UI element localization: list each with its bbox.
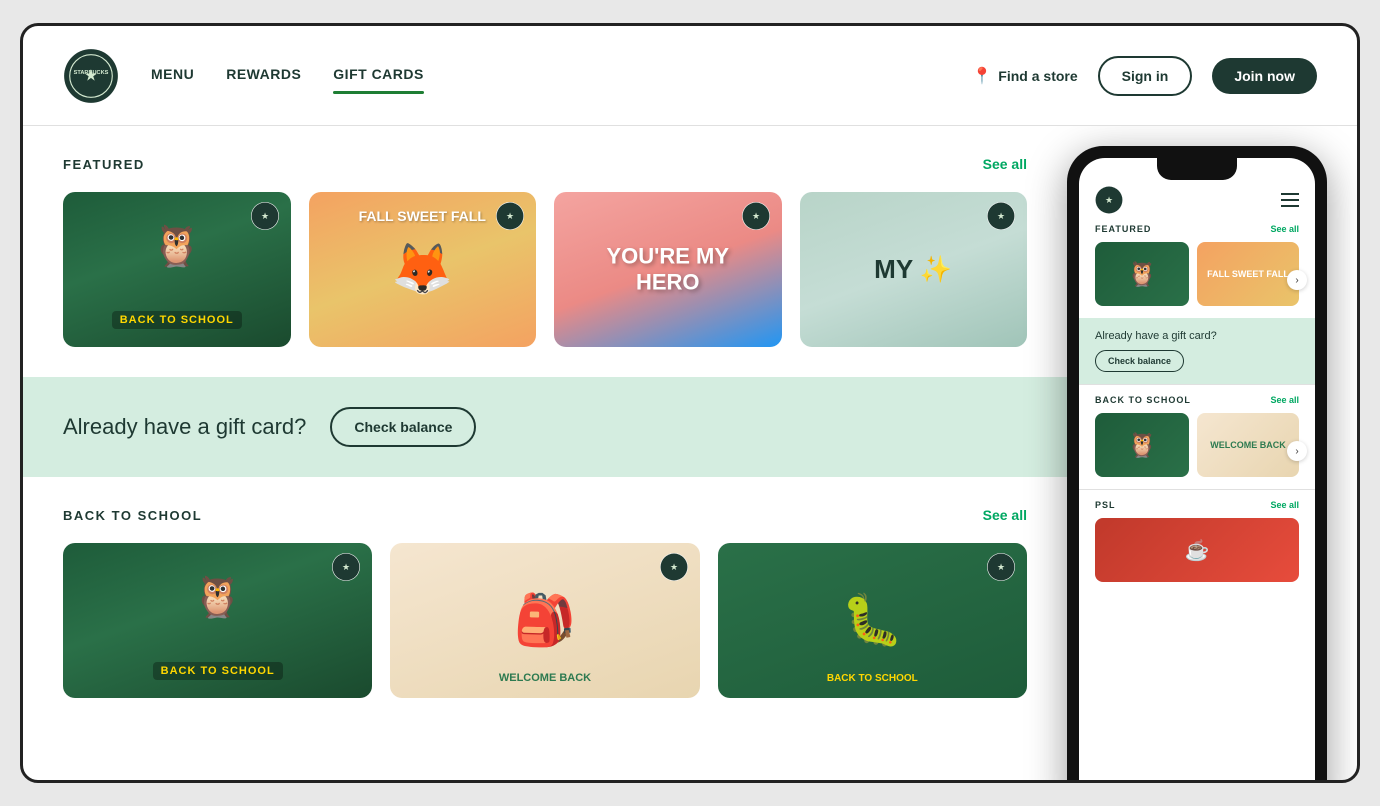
phone-psl-title: PSL: [1095, 500, 1116, 510]
phone-notch: [1157, 158, 1237, 180]
phone-featured-cards: 🦉 FALL SWEET FALL ›: [1079, 242, 1315, 318]
phone-starbucks-logo: ★: [1095, 186, 1123, 214]
phone-bts-card-1[interactable]: 🦉: [1095, 413, 1189, 477]
header: ★ STARBUCKS Menu Rewards Gift Cards 📍 Fi…: [23, 26, 1357, 126]
phone-bts-arrow[interactable]: ›: [1287, 441, 1307, 461]
svg-text:★: ★: [260, 211, 268, 221]
phone-mockup: ★ FEATURED See all 🦉 FALL: [1067, 146, 1327, 760]
svg-text:★: ★: [997, 211, 1005, 221]
featured-section: FEATURED See all ★: [23, 126, 1067, 377]
main-nav: Menu Rewards Gift Cards: [151, 66, 972, 86]
join-now-button[interactable]: Join now: [1212, 58, 1317, 94]
phone-card-1[interactable]: 🦉: [1095, 242, 1189, 306]
sign-in-button[interactable]: Sign in: [1098, 56, 1193, 96]
gift-card-youre-my-hero[interactable]: ★: [554, 192, 782, 347]
nav-item-giftcards[interactable]: Gift Cards: [333, 66, 424, 86]
phone-balance-banner: Already have a gift card? Check balance: [1079, 318, 1315, 384]
bts-section-title: BACK TO SCHOOL: [63, 508, 202, 523]
phone-menu-icon[interactable]: [1281, 193, 1299, 207]
gift-card-fall-sweet-fall[interactable]: ★: [309, 192, 537, 347]
phone-psl-header: PSL See all: [1079, 490, 1315, 518]
gift-card-back-school-owl[interactable]: ★: [63, 192, 291, 347]
svg-text:★: ★: [506, 211, 514, 221]
location-icon: 📍: [972, 66, 992, 86]
phone-check-balance-button[interactable]: Check balance: [1095, 350, 1184, 372]
phone-bts-cards: 🦉 WELCOME BACK ›: [1079, 413, 1315, 489]
phone-psl-see-all[interactable]: See all: [1270, 500, 1299, 510]
featured-cards-grid: ★ ★: [63, 192, 1027, 347]
phone-bts-title: BACK TO SCHOOL: [1095, 395, 1191, 405]
card-starbucks-logo-2: ★: [496, 202, 524, 230]
featured-see-all[interactable]: See all: [983, 156, 1027, 172]
phone-card-2[interactable]: FALL SWEET FALL: [1197, 242, 1299, 306]
balance-banner: Already have a gift card? Check balance: [23, 377, 1067, 477]
phone-bts-card-2[interactable]: WELCOME BACK: [1197, 413, 1299, 477]
check-balance-button[interactable]: Check balance: [330, 407, 476, 447]
header-actions: 📍 Find a store Sign in Join now: [972, 56, 1317, 96]
phone-bts-see-all[interactable]: See all: [1270, 395, 1299, 405]
svg-text:★: ★: [1105, 195, 1113, 205]
svg-text:STARBUCKS: STARBUCKS: [74, 69, 109, 75]
phone-screen: ★ FEATURED See all 🦉 FALL: [1079, 158, 1315, 780]
nav-item-rewards[interactable]: Rewards: [226, 66, 301, 86]
phone-psl-card-1[interactable]: ☕: [1095, 518, 1299, 582]
card-starbucks-logo-3: ★: [742, 202, 770, 230]
bts-section-header: BACK TO SCHOOL See all: [63, 507, 1027, 523]
gift-card-my[interactable]: ★: [800, 192, 1028, 347]
back-to-school-section: BACK TO SCHOOL See all ★: [23, 477, 1067, 728]
app-frame: ★ STARBUCKS Menu Rewards Gift Cards 📍 Fi…: [20, 23, 1360, 783]
phone-featured-arrow[interactable]: ›: [1287, 270, 1307, 290]
svg-text:★: ★: [751, 211, 759, 221]
phone-bts-header: BACK TO SCHOOL See all: [1079, 385, 1315, 413]
featured-title: FEATURED: [63, 157, 145, 172]
phone-outer: ★ FEATURED See all 🦉 FALL: [1067, 146, 1327, 780]
find-store-link[interactable]: 📍 Find a store: [972, 66, 1077, 86]
bts-see-all[interactable]: See all: [983, 507, 1027, 523]
bts-gift-card-owl[interactable]: ★: [63, 543, 372, 698]
phone-balance-text: Already have a gift card?: [1095, 330, 1299, 342]
phone-featured-title: FEATURED: [1095, 224, 1151, 234]
featured-header: FEATURED See all: [63, 156, 1027, 172]
card-starbucks-logo-1: ★: [251, 202, 279, 230]
find-store-label: Find a store: [998, 68, 1077, 84]
bts-cards-grid: ★ ★: [63, 543, 1027, 698]
balance-banner-text: Already have a gift card?: [63, 414, 306, 440]
svg-text:★: ★: [997, 562, 1005, 572]
starbucks-logo[interactable]: ★ STARBUCKS: [63, 48, 119, 104]
bts-gift-card-worm[interactable]: ★: [718, 543, 1027, 698]
card-starbucks-logo-4: ★: [987, 202, 1015, 230]
bts-card-starbucks-logo-2: ★: [660, 553, 688, 581]
bts-gift-card-backpack[interactable]: ★: [390, 543, 699, 698]
phone-featured-header: FEATURED See all: [1079, 224, 1315, 242]
phone-psl-cards: ☕: [1079, 518, 1315, 594]
phone-featured-see-all[interactable]: See all: [1270, 224, 1299, 234]
nav-item-menu[interactable]: Menu: [151, 66, 194, 86]
bts-card-starbucks-logo-1: ★: [332, 553, 360, 581]
svg-text:★: ★: [342, 562, 350, 572]
bts-card-starbucks-logo-3: ★: [987, 553, 1015, 581]
svg-text:★: ★: [670, 562, 678, 572]
